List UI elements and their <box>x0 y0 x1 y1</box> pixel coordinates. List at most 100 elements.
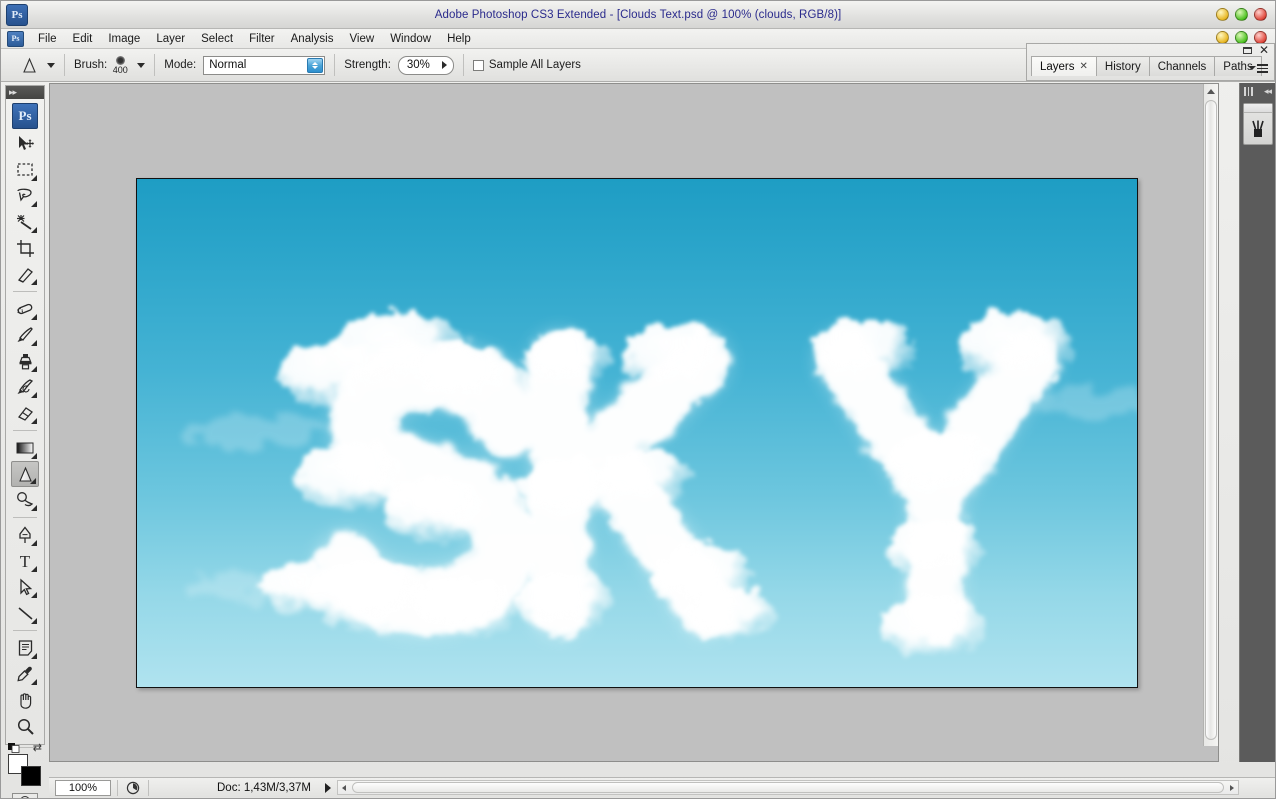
brush-label: Brush: <box>74 59 108 71</box>
eyedropper-tool[interactable] <box>11 661 39 687</box>
cloud-puffs <box>260 310 1074 659</box>
zoom-level-input[interactable]: 100% <box>55 779 111 796</box>
brushes-panel-button[interactable] <box>1242 103 1273 145</box>
move-tool[interactable] <box>11 131 39 157</box>
panel-menu-button[interactable] <box>1248 64 1268 73</box>
history-brush-tool[interactable] <box>11 374 39 400</box>
color-swatches: ⇄ <box>8 742 42 786</box>
menu-view[interactable]: View <box>341 31 382 47</box>
quick-mask-button[interactable] <box>12 793 38 798</box>
tab-channels-label: Channels <box>1157 60 1207 73</box>
tool-submenu-indicator-icon <box>31 540 37 546</box>
horizontal-scrollbar[interactable] <box>336 780 1239 795</box>
horizontal-scroll-thumb[interactable] <box>351 782 1224 793</box>
status-menu-triangle-icon[interactable] <box>324 782 331 793</box>
tab-channels[interactable]: Channels <box>1148 56 1216 76</box>
strength-value: 30% <box>406 59 430 71</box>
brush-tool[interactable] <box>11 322 39 348</box>
divider <box>462 54 464 76</box>
toolbar-divider <box>13 630 37 631</box>
tab-layers[interactable]: Layers ✕ <box>1031 56 1097 76</box>
collapse-dock-icon[interactable]: ◂◂ <box>1264 86 1272 97</box>
tool-submenu-indicator-icon <box>31 340 37 346</box>
status-preview-icon[interactable] <box>124 780 142 796</box>
blur-tool[interactable] <box>11 461 39 487</box>
hand-tool[interactable] <box>11 687 39 713</box>
scroll-up-button[interactable] <box>1204 84 1218 99</box>
tools-panel-handle[interactable]: ▸▸ <box>6 86 44 99</box>
menu-window[interactable]: Window <box>382 31 439 47</box>
type-tool[interactable]: T <box>11 548 39 574</box>
menu-file[interactable]: File <box>30 31 65 47</box>
crop-tool[interactable] <box>11 235 39 261</box>
panel-close-icon[interactable]: ✕ <box>1259 44 1269 56</box>
window-controls <box>1216 8 1267 21</box>
scroll-right-button[interactable] <box>1225 784 1238 791</box>
tool-submenu-indicator-icon <box>31 679 37 685</box>
clone-stamp-tool[interactable] <box>11 348 39 374</box>
panel-tabs: Layers ✕ History Channels Paths <box>1031 56 1262 76</box>
menu-select[interactable]: Select <box>193 31 241 47</box>
toolbar-divider <box>13 517 37 518</box>
background-color-swatch[interactable] <box>21 766 41 786</box>
rectangular-marquee-tool[interactable] <box>11 157 39 183</box>
divider <box>334 54 336 76</box>
menu-layer[interactable]: Layer <box>148 31 193 47</box>
magic-wand-tool[interactable] <box>11 209 39 235</box>
tool-preset-chevron-down-icon[interactable] <box>47 62 55 68</box>
sample-all-layers-checkbox[interactable]: Sample All Layers <box>472 59 581 71</box>
cloud-text-sky <box>137 179 1137 687</box>
expand-icon: ▸▸ <box>9 87 17 97</box>
tool-submenu-indicator-icon <box>31 618 37 624</box>
healing-brush-tool[interactable] <box>11 296 39 322</box>
default-colors-icon[interactable] <box>8 742 20 753</box>
tool-submenu-indicator-icon <box>31 314 37 320</box>
photoshop-window: Ps Adobe Photoshop CS3 Extended - [Cloud… <box>0 0 1276 799</box>
tool-submenu-indicator-icon <box>31 279 37 285</box>
strength-input[interactable]: 30% <box>397 55 454 75</box>
close-button[interactable] <box>1254 8 1267 21</box>
strength-slider-arrow-icon[interactable] <box>441 61 447 69</box>
canvas-vertical-scrollbar[interactable] <box>1203 84 1218 746</box>
checkbox-box <box>472 59 484 71</box>
mode-select[interactable]: Normal <box>203 55 326 75</box>
vertical-scroll-thumb[interactable] <box>1205 100 1217 740</box>
dodge-tool[interactable] <box>11 487 39 513</box>
swap-colors-icon[interactable]: ⇄ <box>33 741 42 754</box>
line-shape-tool[interactable] <box>11 600 39 626</box>
blur-tool-icon[interactable] <box>15 53 43 78</box>
notes-tool[interactable] <box>11 635 39 661</box>
menu-help[interactable]: Help <box>439 31 479 47</box>
title-bar: Ps Adobe Photoshop CS3 Extended - [Cloud… <box>1 1 1275 29</box>
lasso-tool[interactable] <box>11 183 39 209</box>
eraser-tool[interactable] <box>11 400 39 426</box>
maximize-button[interactable] <box>1235 8 1248 21</box>
tool-submenu-indicator-icon <box>31 418 37 424</box>
scroll-left-button[interactable] <box>338 784 351 791</box>
tab-close-icon[interactable]: ✕ <box>1080 61 1088 72</box>
dock-header[interactable]: ◂◂ <box>1240 83 1275 99</box>
brush-chevron-down-icon[interactable] <box>137 62 146 68</box>
menu-image[interactable]: Image <box>100 31 148 47</box>
gradient-tool[interactable] <box>11 435 39 461</box>
triangle-left-icon <box>342 784 347 791</box>
brushes-icon <box>1244 113 1272 144</box>
path-selection-tool[interactable] <box>11 574 39 600</box>
tool-submenu-indicator-icon <box>31 201 37 207</box>
panel-minimize-icon[interactable] <box>1242 46 1252 54</box>
menu-edit[interactable]: Edit <box>65 31 101 47</box>
tile-title-bar <box>1243 104 1272 113</box>
tab-history[interactable]: History <box>1095 56 1150 76</box>
menu-filter[interactable]: Filter <box>241 31 283 47</box>
tool-submenu-indicator-icon <box>31 453 37 459</box>
zoom-tool[interactable] <box>11 713 39 739</box>
brush-preview[interactable]: 400 <box>107 55 133 75</box>
minimize-button[interactable] <box>1216 8 1229 21</box>
document-size-info: Doc: 1,43M/3,37M <box>217 781 311 794</box>
image-canvas[interactable] <box>136 178 1138 688</box>
slice-tool[interactable] <box>11 261 39 287</box>
mode-spinner-icon[interactable] <box>307 57 324 73</box>
menu-analysis[interactable]: Analysis <box>283 31 342 47</box>
tab-history-label: History <box>1104 60 1141 73</box>
pen-tool[interactable] <box>11 522 39 548</box>
